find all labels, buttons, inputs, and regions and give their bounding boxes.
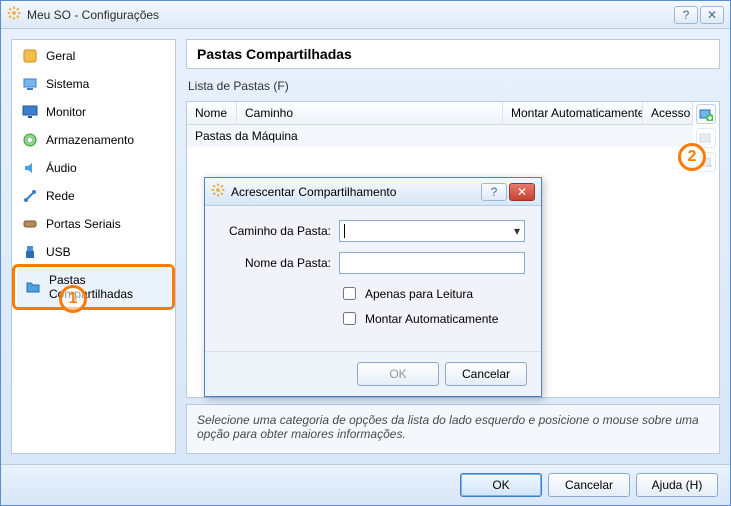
readonly-checkbox[interactable] (343, 287, 356, 300)
sidebar-item-label: Monitor (46, 105, 86, 119)
serial-icon (22, 216, 38, 232)
annotation-1: 1 (59, 285, 87, 313)
gear-icon (211, 183, 225, 200)
audio-icon (22, 160, 38, 176)
name-label: Nome da Pasta: (221, 256, 331, 270)
sidebar-item-monitor[interactable]: Monitor (14, 98, 173, 126)
col-nome[interactable]: Nome (187, 102, 237, 124)
path-label: Caminho da Pasta: (221, 224, 331, 238)
automount-checkbox-row[interactable]: Montar Automaticamente (339, 309, 525, 328)
sidebar-item-audio[interactable]: Áudio (14, 154, 173, 182)
info-box: Selecione uma categoria de opções da lis… (186, 404, 720, 454)
cancel-button[interactable]: Cancelar (548, 473, 630, 497)
sidebar-item-portas[interactable]: Portas Seriais (14, 210, 173, 238)
content-area: Geral Sistema Monitor Armazenamento Áudi… (1, 29, 730, 464)
sidebar-item-label: Áudio (46, 161, 77, 175)
col-caminho[interactable]: Caminho (237, 102, 503, 124)
group-row[interactable]: Pastas da Máquina (187, 125, 693, 147)
help-button[interactable]: ? (674, 6, 698, 24)
sidebar-item-geral[interactable]: Geral (14, 42, 173, 70)
text-cursor (344, 224, 345, 238)
folder-icon (25, 279, 41, 295)
dialog-titlebar: Acrescentar Compartilhamento ? ✕ (205, 178, 541, 206)
sidebar: Geral Sistema Monitor Armazenamento Áudi… (11, 39, 176, 454)
ok-button[interactable]: OK (460, 473, 542, 497)
storage-icon (22, 132, 38, 148)
network-icon (22, 188, 38, 204)
dialog-help-button[interactable]: ? (481, 183, 507, 201)
add-share-dialog: Acrescentar Compartilhamento ? ✕ Caminho… (204, 177, 542, 397)
name-input[interactable] (339, 252, 525, 274)
automount-checkbox[interactable] (343, 312, 356, 325)
sidebar-item-armazenamento[interactable]: Armazenamento (14, 126, 173, 154)
gear-icon (7, 6, 21, 23)
sidebar-item-label: Armazenamento (46, 133, 134, 147)
add-folder-button[interactable] (696, 104, 716, 124)
readonly-checkbox-row[interactable]: Apenas para Leitura (339, 284, 525, 303)
usb-icon (22, 244, 38, 260)
path-combo[interactable]: ▾ (339, 220, 525, 242)
chevron-down-icon[interactable]: ▾ (514, 224, 520, 238)
dialog-title: Acrescentar Compartilhamento (231, 185, 479, 199)
automount-label: Montar Automaticamente (365, 312, 498, 326)
dialog-cancel-button[interactable]: Cancelar (445, 362, 527, 386)
dialog-body: Caminho da Pasta: ▾ Nome da Pasta: (205, 206, 541, 351)
sidebar-item-usb[interactable]: USB (14, 238, 173, 266)
sidebar-item-rede[interactable]: Rede (14, 182, 173, 210)
general-icon (22, 48, 38, 64)
sidebar-item-sistema[interactable]: Sistema (14, 70, 173, 98)
sidebar-item-label: Geral (46, 49, 75, 63)
dialog-close-button[interactable]: ✕ (509, 183, 535, 201)
dialog-ok-button[interactable]: OK (357, 362, 439, 386)
annotation-2: 2 (678, 143, 706, 171)
help-button-footer[interactable]: Ajuda (H) (636, 473, 718, 497)
sidebar-item-pastas[interactable]: Pastas Compartilhadas (17, 267, 172, 307)
list-label: Lista de Pastas (F) (188, 79, 720, 93)
sidebar-item-label: Sistema (46, 77, 89, 91)
titlebar: Meu SO - Configurações ? ✕ (1, 1, 730, 29)
dialog-footer: OK Cancelar (205, 351, 541, 396)
sidebar-highlight: Pastas Compartilhadas (12, 264, 175, 310)
system-icon (22, 76, 38, 92)
sidebar-item-label: USB (46, 245, 71, 259)
sidebar-item-label: Rede (46, 189, 75, 203)
col-montar[interactable]: Montar Automaticamente (503, 102, 643, 124)
window-title: Meu SO - Configurações (27, 8, 672, 22)
settings-window: Meu SO - Configurações ? ✕ Geral Sistema… (0, 0, 731, 506)
close-button[interactable]: ✕ (700, 6, 724, 24)
column-headers: Nome Caminho Montar Automaticamente Aces… (187, 102, 693, 125)
footer: OK Cancelar Ajuda (H) (1, 464, 730, 505)
page-title: Pastas Compartilhadas (186, 39, 720, 69)
monitor-icon (22, 104, 38, 120)
readonly-label: Apenas para Leitura (365, 287, 473, 301)
col-acesso[interactable]: Acesso (643, 102, 693, 124)
sidebar-item-label: Portas Seriais (46, 217, 121, 231)
